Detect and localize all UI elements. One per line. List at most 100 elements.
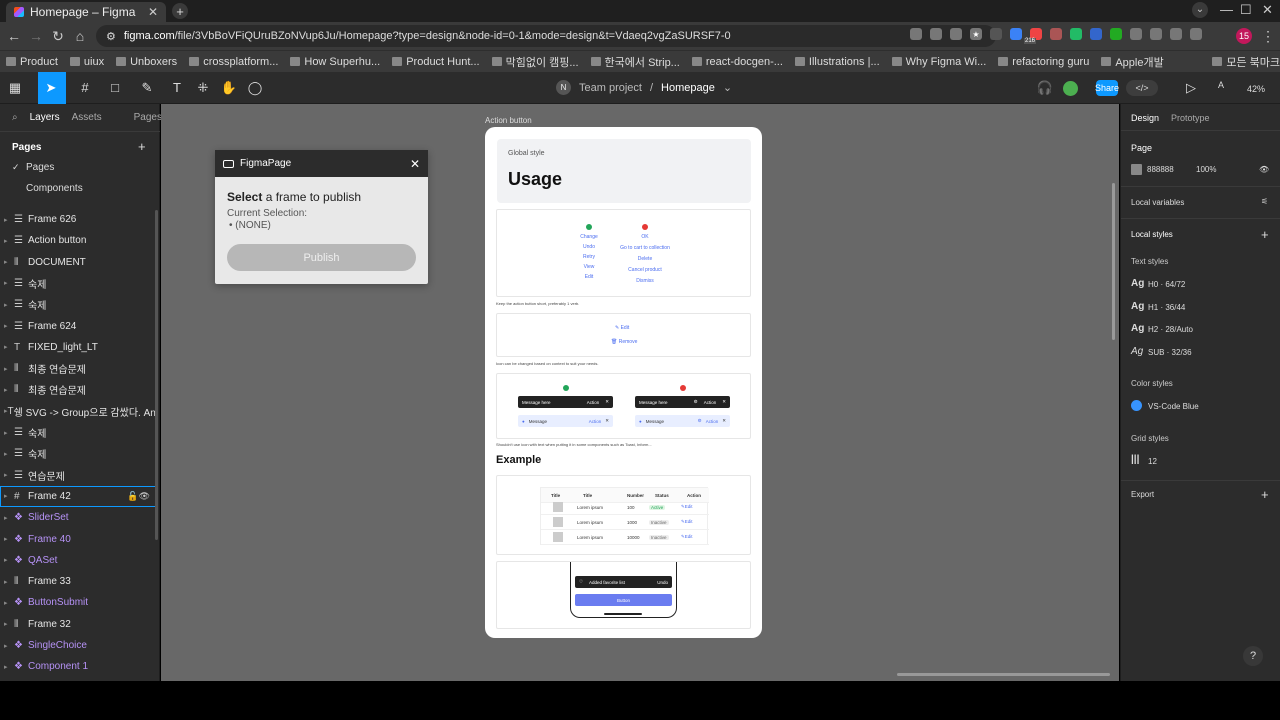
text-style-item[interactable]: H2 · 28/Auto	[1148, 325, 1193, 334]
shape-tool-icon[interactable]: □	[106, 80, 124, 95]
expand-icon[interactable]: ▸	[4, 556, 14, 564]
browser-tab[interactable]: Homepage – Figma ✕	[6, 2, 166, 22]
layer-item[interactable]: ▸ ⦀ 최종 연습문제	[0, 379, 156, 400]
layer-item[interactable]: ▸ ❖ Component 1	[0, 656, 156, 677]
add-style-icon[interactable]: +	[1261, 227, 1269, 242]
bookmark-item[interactable]: Unboxers	[116, 56, 177, 68]
layers-scrollbar[interactable]	[155, 210, 158, 540]
layer-item[interactable]: ▸ ❖ Frame 40	[0, 529, 156, 550]
close-tab-icon[interactable]: ✕	[148, 5, 158, 19]
zoom-level[interactable]: 42%	[1247, 84, 1265, 94]
expand-icon[interactable]: ▸	[4, 386, 14, 394]
extension-icon[interactable]	[1070, 28, 1082, 40]
layer-item[interactable]: ▸ ☰ 숙제	[0, 294, 156, 315]
extension-icon[interactable]	[1110, 28, 1122, 40]
layer-item[interactable]: ▸ ☰ Action button	[0, 230, 156, 251]
extension-icon[interactable]	[1090, 28, 1102, 40]
layer-item[interactable]: ▸T쉥 SVG -> Group으로 감쌌다. Angle...	[0, 401, 156, 422]
hand-tool-icon[interactable]: ✋	[220, 80, 238, 96]
layer-item[interactable]: ▸ ⦀ Frame 32	[0, 614, 156, 635]
variables-icon[interactable]: ⚟	[1261, 197, 1268, 206]
puzzle-icon[interactable]	[1130, 28, 1142, 40]
comment-tool-icon[interactable]: ◯	[246, 80, 264, 96]
headphones-icon[interactable]: 🎧	[1036, 80, 1054, 96]
tab-search-icon[interactable]: ⌄	[1192, 2, 1208, 18]
cast-icon[interactable]	[910, 28, 922, 40]
grid-style-item[interactable]: 12	[1148, 457, 1157, 466]
expand-icon[interactable]: ▸	[4, 514, 14, 522]
expand-icon[interactable]: ▸	[4, 322, 14, 330]
user-avatar[interactable]	[1063, 81, 1078, 96]
back-icon[interactable]: ←	[6, 28, 22, 44]
bookmark-item[interactable]: uiux	[69, 56, 104, 68]
action-button-frame[interactable]: Global style Usage Change Undo Retry View Ed…	[485, 127, 762, 638]
zoom-icon[interactable]	[930, 28, 942, 40]
page-item[interactable]: Components	[26, 183, 83, 194]
font-icon[interactable]: A	[1212, 80, 1230, 90]
share-icon[interactable]	[950, 28, 962, 40]
bookmark-item[interactable]: crossplatform...	[189, 56, 278, 68]
expand-icon[interactable]: ▸	[4, 471, 14, 479]
download-icon[interactable]	[1150, 28, 1162, 40]
profile-icon[interactable]	[1190, 28, 1202, 40]
page-opacity[interactable]: 100%	[1196, 165, 1216, 174]
resources-icon[interactable]: ⁜	[194, 80, 212, 96]
share-button[interactable]: Share	[1095, 80, 1119, 96]
bookmark-item[interactable]: Why Figma Wi...	[891, 56, 986, 68]
text-style-item[interactable]: H0 · 64/72	[1148, 280, 1185, 289]
expand-icon[interactable]: ▸	[4, 663, 14, 671]
expand-icon[interactable]: ▸	[4, 237, 14, 245]
publish-button[interactable]: Publish	[227, 244, 416, 271]
star-icon[interactable]: ★	[970, 28, 982, 40]
layer-item[interactable]: ▸ ☰ 연습문제	[0, 465, 156, 486]
forward-icon[interactable]: →	[28, 28, 44, 44]
menu-icon[interactable]: ⋮	[1260, 28, 1276, 45]
close-icon[interactable]: ✕	[410, 157, 420, 171]
minimize-icon[interactable]: —	[1220, 2, 1233, 17]
site-info-icon[interactable]: ⚙	[106, 30, 116, 43]
present-icon[interactable]: ▷	[1182, 80, 1200, 96]
layer-item[interactable]: ▸ ⦀ 최종 연습문제	[0, 358, 156, 379]
page-color-swatch[interactable]	[1131, 164, 1142, 175]
layer-item[interactable]: ▸ ❖ QASet	[0, 550, 156, 571]
page-item[interactable]: Pages	[26, 162, 54, 173]
expand-icon[interactable]: ▸	[4, 535, 14, 543]
expand-icon[interactable]: ▸	[4, 620, 14, 628]
help-button[interactable]: ?	[1243, 646, 1263, 666]
tab-pages[interactable]: Pages	[134, 112, 162, 123]
profile-avatar[interactable]: 15	[1236, 28, 1252, 44]
home-icon[interactable]: ⌂	[72, 28, 88, 44]
expand-icon[interactable]: ▸	[4, 365, 14, 373]
team-name[interactable]: Team project	[579, 82, 642, 94]
frame-tool-icon[interactable]: #	[76, 80, 94, 95]
pen-tool-icon[interactable]: ✎	[138, 80, 156, 96]
chevron-down-icon[interactable]: ⌄	[723, 81, 732, 94]
search-icon[interactable]: ⌕	[12, 112, 18, 123]
extension-icon[interactable]	[1010, 28, 1022, 40]
extension-icon[interactable]	[1050, 28, 1062, 40]
canvas-horizontal-scrollbar[interactable]	[897, 673, 1110, 676]
expand-icon[interactable]: ▸	[4, 429, 14, 437]
add-page-icon[interactable]: +	[138, 139, 146, 154]
expand-icon[interactable]: ▸	[4, 279, 14, 287]
expand-icon[interactable]: ▸	[4, 343, 14, 351]
bookmark-item[interactable]: refactoring guru	[998, 56, 1089, 68]
layer-item[interactable]: ▸ ❖ SliderSet	[0, 507, 156, 528]
bookmark-item[interactable]: Apple개발	[1101, 54, 1164, 70]
layer-item[interactable]: ▸ ❖ ButtonSubmit	[0, 592, 156, 613]
file-name[interactable]: Homepage	[661, 82, 715, 94]
maximize-icon[interactable]: ☐	[1240, 2, 1252, 18]
layer-item[interactable]: ▸ ☰ 숙제	[0, 422, 156, 443]
layer-item[interactable]: ▸ ⦀ DOCUMENT	[0, 252, 156, 273]
tab-layers[interactable]: Layers	[30, 112, 60, 123]
tab-assets[interactable]: Assets	[72, 112, 102, 123]
bookmark-item[interactable]: 막힘없이 캠핑...	[491, 54, 579, 70]
url-field[interactable]: ⚙ figma.com/file/3VbBoVFiQUruBZoNVup6Ju/…	[96, 25, 996, 47]
dev-mode-toggle[interactable]: </>	[1126, 80, 1158, 96]
expand-icon[interactable]: ▸	[4, 578, 14, 586]
frame-label[interactable]: Action button	[485, 116, 532, 125]
text-tool-icon[interactable]: T	[168, 80, 186, 95]
tab-prototype[interactable]: Prototype	[1171, 113, 1210, 123]
text-style-item[interactable]: SUB · 32/36	[1148, 348, 1192, 357]
expand-icon[interactable]: ▸	[4, 258, 14, 266]
